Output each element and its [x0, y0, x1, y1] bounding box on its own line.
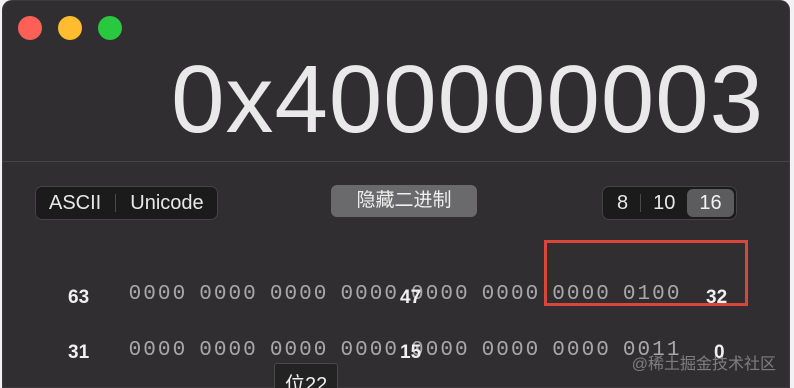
- bit-nibble[interactable]: 0000: [129, 283, 188, 306]
- bit-index-label: 31: [68, 342, 90, 363]
- close-window-button[interactable]: [18, 16, 42, 40]
- base-option-16[interactable]: 16: [687, 189, 734, 217]
- bit-tooltip: 位22: [274, 363, 339, 388]
- display-divider: [2, 161, 790, 162]
- bit-nibble[interactable]: 0000: [340, 339, 399, 362]
- encoding-option-ascii[interactable]: ASCII: [35, 189, 115, 217]
- bit-nibble[interactable]: 0000: [270, 283, 329, 306]
- bit-nibble[interactable]: 0000: [199, 339, 258, 362]
- hide-binary-button[interactable]: 隐藏二进制: [331, 185, 477, 217]
- bit-nibble[interactable]: 0000: [340, 283, 399, 306]
- base-segmented-control: 8 10 16: [602, 186, 737, 220]
- encoding-segmented-control: ASCII Unicode: [35, 186, 218, 220]
- bit-nibble[interactable]: 0000: [129, 339, 188, 362]
- bit-index-label: 63: [68, 287, 90, 308]
- bit-row-low: 0000 0000 0000 0000 0000 0000 0000 0011: [70, 316, 693, 385]
- bit-nibble[interactable]: 0000: [482, 339, 541, 362]
- bit-nibble[interactable]: 0000: [270, 339, 329, 362]
- bit-nibble[interactable]: 0000: [199, 283, 258, 306]
- base-option-10[interactable]: 10: [641, 189, 687, 217]
- bit-nibble[interactable]: 0000: [552, 339, 611, 362]
- annotation-highlight-box: [544, 240, 748, 306]
- bit-nibble[interactable]: 0000: [482, 283, 541, 306]
- calculator-window: 0x400000003 ASCII Unicode 隐藏二进制 8 10 16 …: [2, 0, 790, 388]
- encoding-option-unicode[interactable]: Unicode: [116, 189, 217, 217]
- watermark: @稀土掘金技术社区: [631, 356, 776, 373]
- maximize-window-button[interactable]: [98, 16, 122, 40]
- bit-index-label: 15: [400, 342, 422, 363]
- base-option-8[interactable]: 8: [605, 189, 640, 217]
- minimize-window-button[interactable]: [58, 16, 82, 40]
- bit-index-label: 47: [400, 287, 422, 308]
- result-display: 0x400000003: [171, 46, 764, 153]
